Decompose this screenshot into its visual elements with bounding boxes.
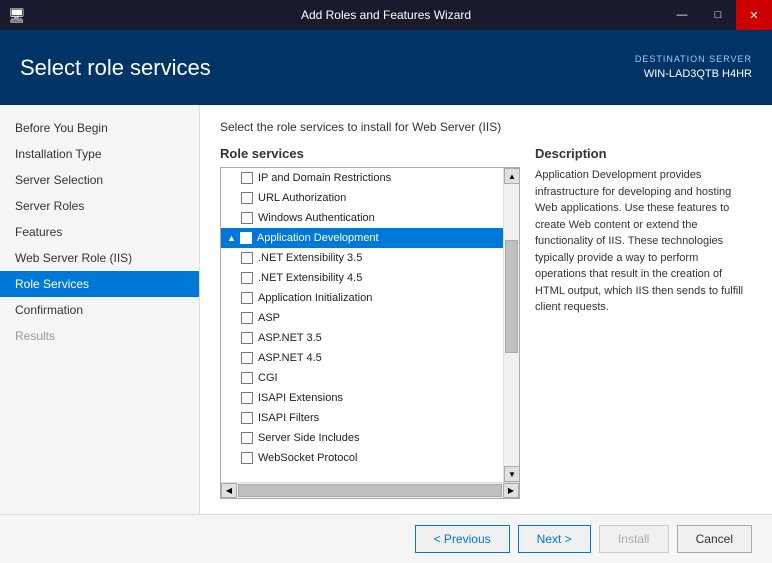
- list-item[interactable]: ISAPI Extensions: [221, 388, 503, 408]
- sidebar-item-results: Results: [0, 323, 199, 349]
- install-button: Install: [599, 525, 669, 553]
- checkbox-windows-auth[interactable]: [241, 212, 253, 224]
- instruction-text: Select the role services to install for …: [220, 120, 752, 134]
- wizard-header: Select role services DESTINATION SERVER …: [0, 30, 772, 105]
- list-item[interactable]: Server Side Includes: [221, 428, 503, 448]
- checkbox-app-dev[interactable]: [240, 232, 252, 244]
- list-item[interactable]: Application Initialization: [221, 288, 503, 308]
- sidebar-item-features[interactable]: Features: [0, 219, 199, 245]
- checkbox-ip-domain[interactable]: [241, 172, 253, 184]
- sidebar-item-installation-type[interactable]: Installation Type: [0, 141, 199, 167]
- scroll-h-thumb[interactable]: [238, 484, 502, 497]
- wizard-body: Select role services DESTINATION SERVER …: [0, 30, 772, 563]
- scroll-left-button[interactable]: ◀: [221, 483, 237, 498]
- checkbox-cgi[interactable]: [241, 372, 253, 384]
- wizard-footer: < Previous Next > Install Cancel: [0, 514, 772, 563]
- window-title: Add Roles and Features Wizard: [301, 8, 471, 22]
- panels: Role services IP and Domain Restrictions: [220, 146, 752, 499]
- page-title: Select role services: [20, 55, 211, 81]
- scroll-track: [504, 184, 519, 466]
- sidebar-item-before-you-begin[interactable]: Before You Begin: [0, 115, 199, 141]
- previous-button[interactable]: < Previous: [415, 525, 510, 553]
- list-item[interactable]: .NET Extensibility 4.5: [221, 268, 503, 288]
- content-area: Select the role services to install for …: [200, 105, 772, 514]
- app-icon: 🖥: [8, 7, 26, 24]
- description-text: Application Development provides infrast…: [535, 167, 752, 316]
- scroll-up-button[interactable]: ▲: [504, 168, 519, 184]
- checkbox-net-ext-35[interactable]: [241, 252, 253, 264]
- scroll-thumb[interactable]: [505, 240, 518, 353]
- list-item[interactable]: CGI: [221, 368, 503, 388]
- checkbox-app-init[interactable]: [241, 292, 253, 304]
- horizontal-scrollbar[interactable]: ◀ ▶: [221, 482, 519, 498]
- role-services-panel: Role services IP and Domain Restrictions: [220, 146, 520, 499]
- sidebar: Before You Begin Installation Type Serve…: [0, 105, 200, 514]
- list-item[interactable]: Windows Authentication: [221, 208, 503, 228]
- scroll-down-button[interactable]: ▼: [504, 466, 519, 482]
- list-item[interactable]: ASP: [221, 308, 503, 328]
- sidebar-item-role-services[interactable]: Role Services: [0, 271, 199, 297]
- role-services-list[interactable]: IP and Domain Restrictions URL Authoriza…: [221, 168, 503, 482]
- checkbox-isapi-ext[interactable]: [241, 392, 253, 404]
- list-item-aspnet35[interactable]: ASP.NET 3.5: [221, 328, 503, 348]
- list-item-app-dev[interactable]: ▲ Application Development: [221, 228, 503, 248]
- checkbox-asp[interactable]: [241, 312, 253, 324]
- list-item[interactable]: URL Authorization: [221, 188, 503, 208]
- destination-label: DESTINATION SERVER: [635, 52, 752, 66]
- vertical-scrollbar[interactable]: ▲ ▼: [503, 168, 519, 482]
- checkbox-websocket[interactable]: [241, 452, 253, 464]
- main-area: Before You Begin Installation Type Serve…: [0, 105, 772, 514]
- sidebar-item-confirmation[interactable]: Confirmation: [0, 297, 199, 323]
- destination-info: DESTINATION SERVER WIN-LAD3QTB H4HR: [635, 52, 752, 84]
- close-button[interactable]: ✕: [736, 0, 772, 30]
- list-item-aspnet45[interactable]: ASP.NET 4.5: [221, 348, 503, 368]
- list-item[interactable]: ISAPI Filters: [221, 408, 503, 428]
- description-title: Description: [535, 146, 752, 161]
- checkbox-net-ext-45[interactable]: [241, 272, 253, 284]
- description-panel: Description Application Development prov…: [535, 146, 752, 499]
- checkbox-isapi-filter[interactable]: [241, 412, 253, 424]
- checkbox-aspnet-35[interactable]: [241, 332, 253, 344]
- maximize-button[interactable]: □: [700, 0, 736, 30]
- checkbox-aspnet-45[interactable]: [241, 352, 253, 364]
- list-item[interactable]: IP and Domain Restrictions: [221, 168, 503, 188]
- cancel-button[interactable]: Cancel: [677, 525, 752, 553]
- sidebar-item-web-server-role[interactable]: Web Server Role (IIS): [0, 245, 199, 271]
- window-controls: — □ ✕: [664, 0, 772, 30]
- list-item[interactable]: WebSocket Protocol: [221, 448, 503, 468]
- server-name: WIN-LAD3QTB H4HR: [635, 66, 752, 84]
- checkbox-url-auth[interactable]: [241, 192, 253, 204]
- scroll-right-button[interactable]: ▶: [503, 483, 519, 498]
- checkbox-ssi[interactable]: [241, 432, 253, 444]
- tree-arrow-app-dev: ▲: [227, 233, 236, 243]
- list-item[interactable]: .NET Extensibility 3.5: [221, 248, 503, 268]
- minimize-button[interactable]: —: [664, 0, 700, 30]
- sidebar-item-server-selection[interactable]: Server Selection: [0, 167, 199, 193]
- role-services-title: Role services: [220, 146, 520, 161]
- sidebar-item-server-roles[interactable]: Server Roles: [0, 193, 199, 219]
- next-button[interactable]: Next >: [518, 525, 591, 553]
- title-bar: 🖥 Add Roles and Features Wizard — □ ✕: [0, 0, 772, 30]
- role-services-list-container: IP and Domain Restrictions URL Authoriza…: [220, 167, 520, 499]
